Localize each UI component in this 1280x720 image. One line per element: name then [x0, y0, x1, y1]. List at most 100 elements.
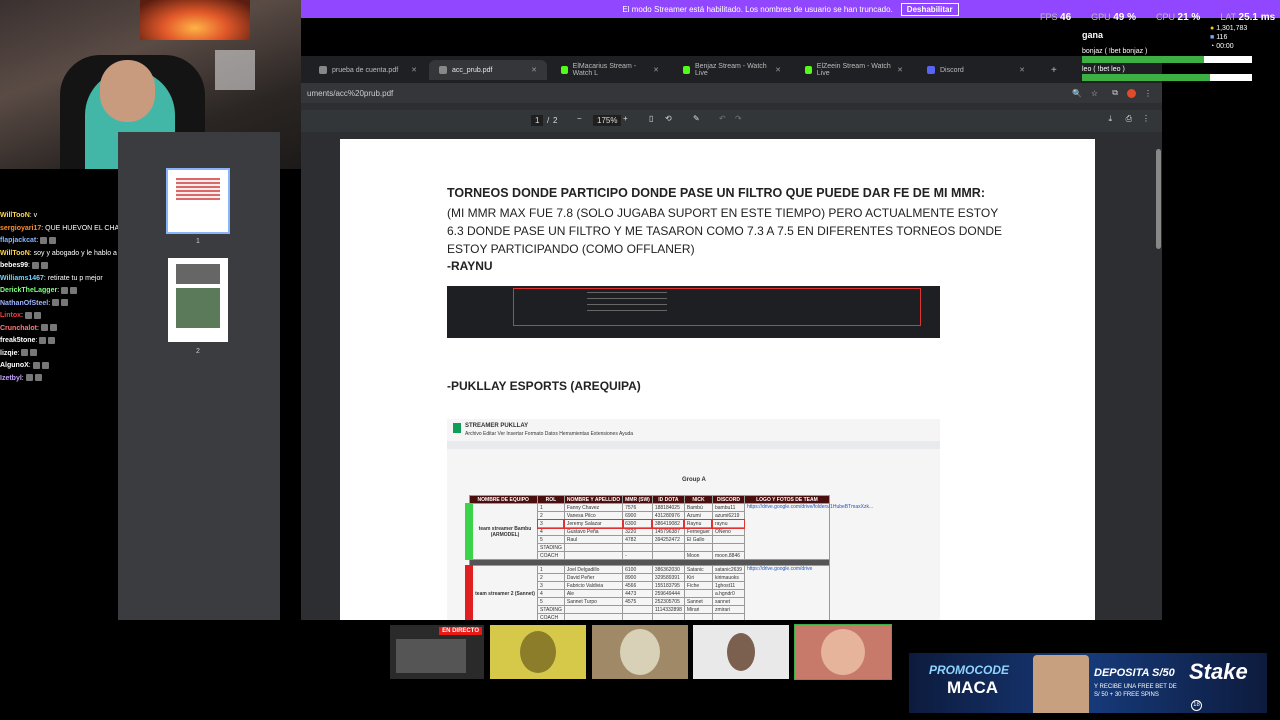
sheet-cell: ONeno: [711, 527, 745, 536]
annotate-icon[interactable]: ✎: [693, 114, 700, 123]
close-tab-icon[interactable]: ✕: [775, 66, 781, 74]
sheet-cell: satanic2639: [711, 565, 745, 574]
download-icon[interactable]: ⤓: [1108, 114, 1112, 124]
browser-tab[interactable]: Benjaz Stream - Watch Live ✕: [673, 60, 791, 80]
chat-username[interactable]: sergioyari17: [0, 225, 41, 232]
sheet-cell: Joel Delgadillo: [563, 565, 624, 574]
team-name-cell: team streamer Bambu (ARMODEL): [465, 503, 538, 560]
sheet-cell: a.hgndr0: [711, 589, 745, 598]
pdf-more-icon[interactable]: ⋮: [1142, 114, 1150, 123]
fit-page-icon[interactable]: ▯: [649, 114, 653, 123]
participant-tile-4[interactable]: [794, 624, 892, 680]
sheet-cell: 1114332898: [651, 605, 685, 614]
chat-username[interactable]: Izetbyl: [0, 375, 22, 382]
chat-username[interactable]: Crunchalot: [0, 325, 37, 332]
bookmark-star-icon[interactable]: ☆: [1091, 89, 1098, 98]
sheet-cell: Kiri: [683, 573, 713, 582]
chat-username[interactable]: Lintox: [0, 312, 21, 319]
emote-icon: [21, 349, 29, 357]
live-preview-tile[interactable]: EN DIRECTO: [390, 625, 484, 679]
sheet-cell: 145796387: [651, 527, 685, 536]
tab-favicon-icon: [561, 66, 568, 74]
page-total: 2: [553, 116, 558, 125]
cpu-stat: CPU 21 %: [1155, 12, 1201, 23]
chat-username[interactable]: AlgunoX: [0, 362, 29, 369]
chat-username[interactable]: WillTooN: [0, 212, 30, 219]
zoom-in-icon[interactable]: +: [623, 114, 628, 123]
menu-kebab-icon[interactable]: ⋮: [1144, 89, 1152, 98]
chat-username[interactable]: flapjackcat: [0, 237, 36, 244]
sheet-cell: [683, 543, 713, 552]
extensions-icon[interactable]: ⧉: [1112, 88, 1118, 98]
preview-thumbnail: [396, 639, 466, 673]
browser-tab[interactable]: acc_prub.pdf ✕: [429, 60, 547, 80]
fireplace-image: [140, 0, 250, 40]
sheet-cell: [622, 605, 653, 614]
close-tab-icon[interactable]: ✕: [531, 66, 537, 74]
chat-username[interactable]: NathanOfSteel: [0, 300, 48, 307]
emote-icon: [49, 324, 57, 332]
age-badge: 18: [1191, 700, 1202, 711]
sheet-cell: COACH: [537, 613, 565, 620]
sheet-title: STREAMER PUKLLAY: [465, 423, 529, 429]
chat-username[interactable]: lizqie: [0, 350, 18, 357]
sheet-cell: 155183795: [651, 581, 685, 590]
zoom-level-input[interactable]: 175%: [593, 115, 622, 126]
disable-streamer-mode-button[interactable]: Deshabilitar: [900, 2, 959, 16]
highlight-box: [513, 288, 921, 326]
discord-screenshot-image: [447, 286, 940, 338]
participant-tile-3[interactable]: [693, 625, 789, 679]
print-icon[interactable]: ⎙: [1126, 114, 1132, 124]
close-tab-icon[interactable]: ✕: [897, 66, 903, 74]
scrollbar-thumb[interactable]: [1156, 149, 1161, 249]
address-text: uments/acc%20prub.pdf: [307, 88, 394, 98]
sheet-header-cell: LOGO Y FOTOS DE TEAM: [743, 495, 830, 504]
pdf-scrollbar[interactable]: [1155, 139, 1162, 620]
live-badge: EN DIRECTO: [439, 627, 482, 635]
rotate-icon[interactable]: ⟲: [665, 114, 672, 123]
participant-tile-1[interactable]: [490, 625, 586, 679]
close-tab-icon[interactable]: ✕: [653, 66, 659, 74]
chat-username[interactable]: WillTooN: [0, 250, 30, 257]
sheet-cell: 1: [537, 503, 565, 512]
sheet-cell: 6300: [621, 518, 654, 529]
emote-icon: [40, 261, 48, 269]
emote-icon: [61, 286, 69, 294]
browser-tab[interactable]: ElMacarius Stream - Watch L ✕: [551, 60, 669, 80]
sheet-cell: [622, 543, 653, 552]
zoom-icon[interactable]: 🔍: [1072, 89, 1082, 98]
page-number-input[interactable]: 1: [531, 115, 544, 126]
page-thumbnail-1[interactable]: [166, 168, 230, 234]
poll-progress-bar: [1082, 74, 1252, 81]
sheet-cell: Sannet Turpo: [563, 597, 624, 606]
close-tab-icon[interactable]: ✕: [411, 66, 417, 74]
chat-username[interactable]: bebes99: [0, 262, 28, 269]
profile-avatar[interactable]: [1127, 88, 1136, 98]
sheet-cell: 3220: [622, 527, 653, 536]
sheet-cell: Bambú: [683, 503, 713, 512]
zoom-out-icon[interactable]: −: [577, 114, 582, 123]
chat-username[interactable]: Williams1467: [0, 275, 44, 282]
redo-icon[interactable]: ↷: [735, 114, 742, 123]
browser-tab[interactable]: Discord ✕: [917, 60, 1035, 80]
poll-progress-fill: [1082, 74, 1210, 81]
address-bar[interactable]: uments/acc%20prub.pdf 🔍 ☆ ⧉ ⋮: [301, 83, 1162, 103]
sheet-cell: 4473: [622, 589, 653, 598]
close-tab-icon[interactable]: ✕: [1019, 66, 1025, 74]
new-tab-button[interactable]: +: [1041, 60, 1067, 80]
sheet-cell: Raul: [563, 535, 624, 544]
drive-link[interactable]: https://drive.google.com/drive: [743, 565, 830, 620]
chat-username[interactable]: DerickTheLagger: [0, 287, 57, 294]
sheet-cell: [563, 605, 624, 614]
sheets-logo-icon: [453, 423, 461, 433]
browser-tab[interactable]: prueba de cuenta.pdf ✕: [309, 60, 427, 80]
drive-link[interactable]: https://drive.google.com/drive/folders/1…: [743, 503, 873, 560]
sheet-cell: 4566: [622, 581, 653, 590]
sheet-cell: STADING: [537, 605, 565, 614]
browser-tab[interactable]: ElZeein Stream - Watch Live ✕: [795, 60, 913, 80]
sheet-header-cell: MMR (SW): [622, 495, 653, 504]
chat-username[interactable]: freak5tone: [0, 337, 35, 344]
undo-icon[interactable]: ↶: [719, 114, 726, 123]
page-thumbnail-2[interactable]: [168, 258, 228, 342]
participant-tile-2[interactable]: [592, 625, 688, 679]
